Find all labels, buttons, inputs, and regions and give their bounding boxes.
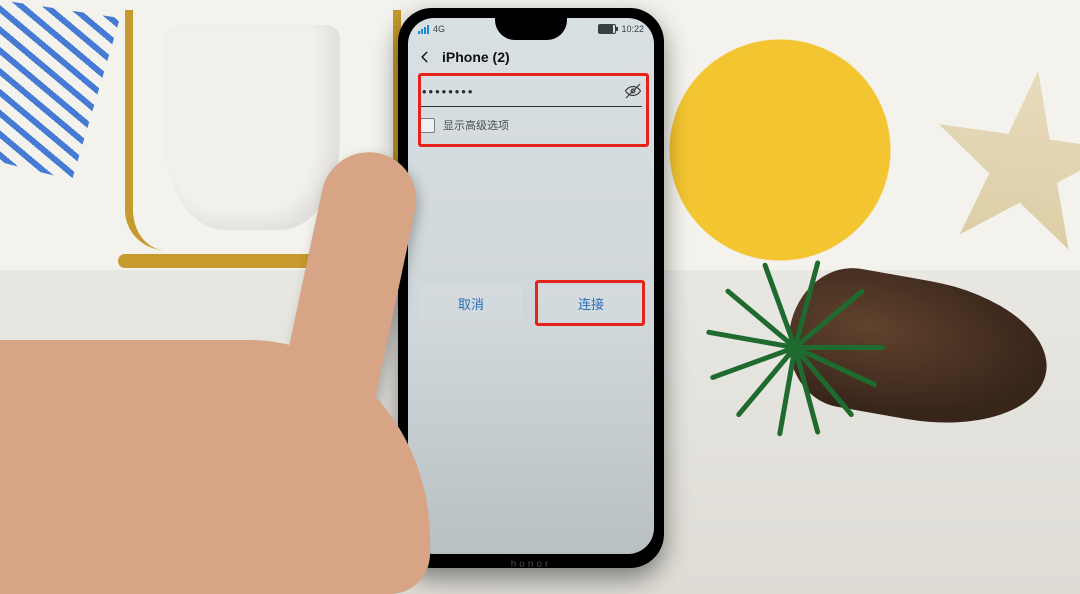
page-title: iPhone (2)	[442, 49, 510, 65]
signal-icon	[418, 25, 429, 34]
network-label: 4G	[433, 24, 445, 34]
eye-off-icon[interactable]	[624, 82, 642, 100]
pine-branch-decor	[700, 250, 900, 450]
cancel-button[interactable]: 取消	[420, 286, 522, 321]
wifi-password-form: 显示高级选项	[420, 78, 642, 133]
advanced-label: 显示高级选项	[443, 117, 509, 133]
white-mug-decor	[165, 25, 340, 230]
smartphone: 4G 10:22 iPhone (2)	[398, 8, 664, 568]
clock: 10:22	[621, 24, 644, 34]
phone-screen: 4G 10:22 iPhone (2)	[408, 18, 654, 554]
advanced-checkbox[interactable]	[420, 118, 435, 133]
blue-scribble-decor	[0, 0, 120, 180]
display-notch	[495, 18, 567, 40]
photo-scene: 4G 10:22 iPhone (2)	[0, 0, 1080, 594]
show-advanced-option[interactable]: 显示高级选项	[420, 117, 642, 133]
password-input[interactable]	[420, 83, 624, 100]
star-ornament-decor	[918, 58, 1080, 273]
dialog-actions: 取消 连接	[420, 286, 642, 321]
title-bar: iPhone (2)	[408, 42, 654, 72]
phone-brand-label: honor	[398, 559, 664, 570]
password-row	[420, 78, 642, 107]
connect-button[interactable]: 连接	[540, 286, 642, 321]
battery-icon	[598, 24, 616, 34]
back-icon[interactable]	[418, 50, 432, 64]
